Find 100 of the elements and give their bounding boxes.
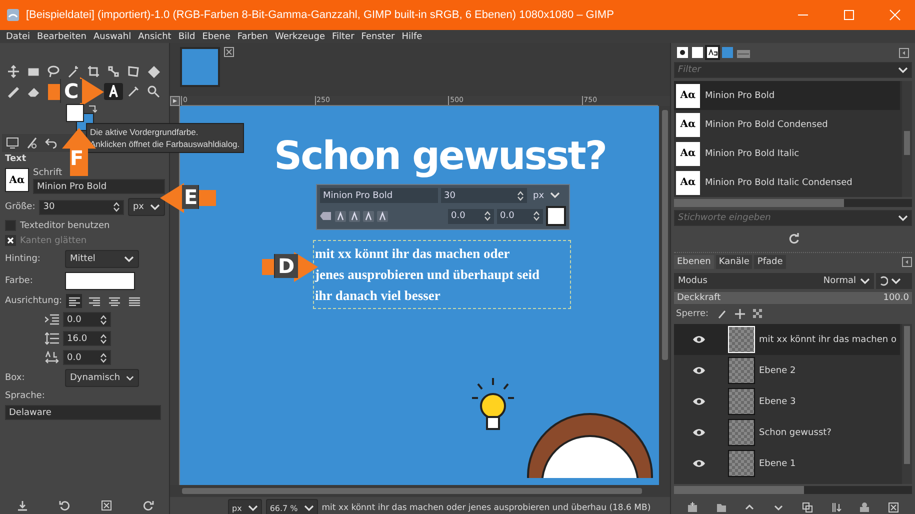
spin-arrows-icon[interactable] (484, 210, 491, 222)
indent-field[interactable]: 0.0 (63, 312, 111, 327)
unit-dropdown[interactable]: px (128, 198, 165, 216)
clear-style-icon[interactable] (320, 211, 332, 221)
wand-icon[interactable] (67, 65, 80, 78)
font-list-item[interactable]: Aα Minion Pro Bold Italic (674, 139, 900, 168)
mask-icon[interactable] (859, 502, 870, 513)
lock-alpha-icon[interactable] (752, 309, 763, 319)
spin-arrows-icon[interactable] (517, 190, 524, 202)
zoom-dropdown[interactable]: 66.7 % (266, 499, 318, 514)
checkbox[interactable] (5, 220, 16, 231)
eye-icon[interactable] (692, 335, 706, 344)
font-list-item[interactable]: Aα Minion Pro Bold Condensed (674, 110, 900, 139)
line-spacing-field[interactable]: 16.0 (63, 331, 111, 346)
foreground-color-swatch[interactable] (66, 104, 84, 122)
font-preview[interactable]: Aα (5, 168, 29, 192)
size-field[interactable]: 30 (441, 188, 527, 203)
picker-icon[interactable] (127, 85, 140, 98)
eraser-icon[interactable] (27, 85, 40, 98)
bucket-icon[interactable] (147, 65, 160, 78)
menu-item[interactable]: Bearbeiten (37, 32, 86, 42)
new-layer-icon[interactable] (686, 502, 698, 513)
kerning-field[interactable]: 0.0 (497, 208, 543, 224)
layer-row[interactable]: mit xx könnt ihr das machen o (674, 324, 900, 355)
menu-item[interactable]: Fenster (361, 32, 395, 42)
eye-icon[interactable] (692, 428, 706, 437)
text-tool[interactable] (104, 83, 123, 100)
menu-item[interactable]: Auswahl (93, 32, 132, 42)
delete-icon[interactable] (888, 502, 900, 513)
font-field[interactable]: Minion Pro Bold (33, 179, 165, 194)
filter-field[interactable]: Filter (674, 62, 912, 78)
spin-arrows-icon[interactable] (112, 201, 120, 213)
reset-icon[interactable] (142, 500, 154, 511)
restore-icon[interactable] (59, 500, 70, 511)
lock-pixels-icon[interactable] (716, 309, 727, 319)
spin-arrows-icon[interactable] (100, 314, 107, 326)
hinting-dropdown[interactable]: Mittel (65, 250, 139, 268)
eye-icon[interactable] (692, 397, 706, 406)
horizontal-scrollbar[interactable] (674, 486, 912, 494)
duplicate-icon[interactable] (802, 502, 813, 513)
text-style-icon[interactable] (363, 210, 374, 222)
layer-row[interactable]: Schon gewusst? (674, 417, 900, 448)
text-style-icon[interactable] (349, 210, 360, 222)
close-icon[interactable] (224, 47, 234, 57)
new-group-icon[interactable] (716, 502, 727, 513)
vertical-scrollbar[interactable] (902, 324, 912, 484)
menu-item[interactable]: Ebene (202, 32, 230, 42)
pencil-icon[interactable] (7, 85, 20, 98)
font-field[interactable]: Minion Pro Bold (320, 188, 438, 203)
text-color-button[interactable] (546, 206, 566, 226)
warp-icon[interactable] (127, 65, 140, 78)
merge-down-icon[interactable] (830, 502, 842, 513)
maximize-icon[interactable] (843, 9, 855, 21)
tags-field[interactable]: Stichworte eingeben (674, 210, 912, 226)
align-left-button[interactable] (66, 294, 82, 308)
letter-spacing-field[interactable]: 0.0 (63, 350, 111, 365)
swap-arrow-icon[interactable] (88, 104, 97, 113)
unit-dropdown[interactable]: px (530, 190, 564, 200)
transform-icon[interactable] (107, 65, 120, 78)
eye-icon[interactable] (692, 459, 706, 468)
lasso-icon[interactable] (47, 65, 60, 78)
menu-item[interactable]: Datei (6, 32, 30, 42)
mode-dropdown[interactable]: Modus Normal (674, 273, 874, 289)
text-style-icon[interactable] (335, 210, 346, 222)
spin-arrows-icon[interactable] (100, 332, 107, 344)
fonts-tab-icon[interactable] (707, 47, 718, 58)
zoom-icon[interactable] (147, 85, 160, 98)
palettes-tab-icon[interactable] (737, 47, 750, 58)
text-color-button[interactable] (65, 272, 135, 290)
eye-icon[interactable] (692, 366, 706, 375)
unit-dropdown[interactable]: px (228, 499, 262, 514)
horizontal-scrollbar[interactable] (170, 485, 670, 497)
tags-input[interactable]: Stichworte eingeben (678, 213, 898, 223)
lock-position-icon[interactable] (734, 309, 745, 319)
menu-item[interactable]: Hilfe (402, 32, 422, 42)
language-field[interactable]: Delaware (5, 405, 161, 420)
menu-item[interactable]: Ansicht (138, 32, 172, 42)
size-field[interactable]: 30 (39, 200, 124, 214)
tool-options-tab-icon[interactable] (6, 137, 19, 149)
text-style-icon[interactable] (377, 210, 388, 222)
opacity-slider[interactable]: Deckkraft 100.0 (674, 292, 912, 304)
move-icon[interactable] (7, 65, 20, 78)
menu-item[interactable]: Filter (332, 32, 354, 42)
layer-row[interactable]: Ebene 3 (674, 386, 900, 417)
device-status-tab-icon[interactable] (26, 137, 38, 149)
brushes-tab-icon[interactable] (677, 47, 688, 58)
panel-menu-icon[interactable] (902, 257, 912, 267)
text-icon[interactable] (107, 85, 120, 98)
filter-input[interactable]: Filter (678, 65, 898, 75)
save-icon[interactable] (17, 500, 28, 511)
layer-row[interactable]: Ebene 1 (674, 448, 900, 479)
undo-history-tab-icon[interactable] (45, 137, 57, 149)
image-thumbnail[interactable] (180, 47, 220, 87)
menu-item[interactable]: Werkzeuge (274, 32, 325, 42)
font-list-item[interactable]: Aα Minion Pro Bold (674, 81, 900, 110)
spin-arrows-icon[interactable] (533, 210, 540, 222)
composite-dropdown[interactable] (876, 273, 912, 289)
menu-item[interactable]: Farben (237, 32, 268, 42)
dock-tab[interactable]: Pfade (754, 255, 786, 269)
menu-item[interactable]: Bild (178, 32, 196, 42)
